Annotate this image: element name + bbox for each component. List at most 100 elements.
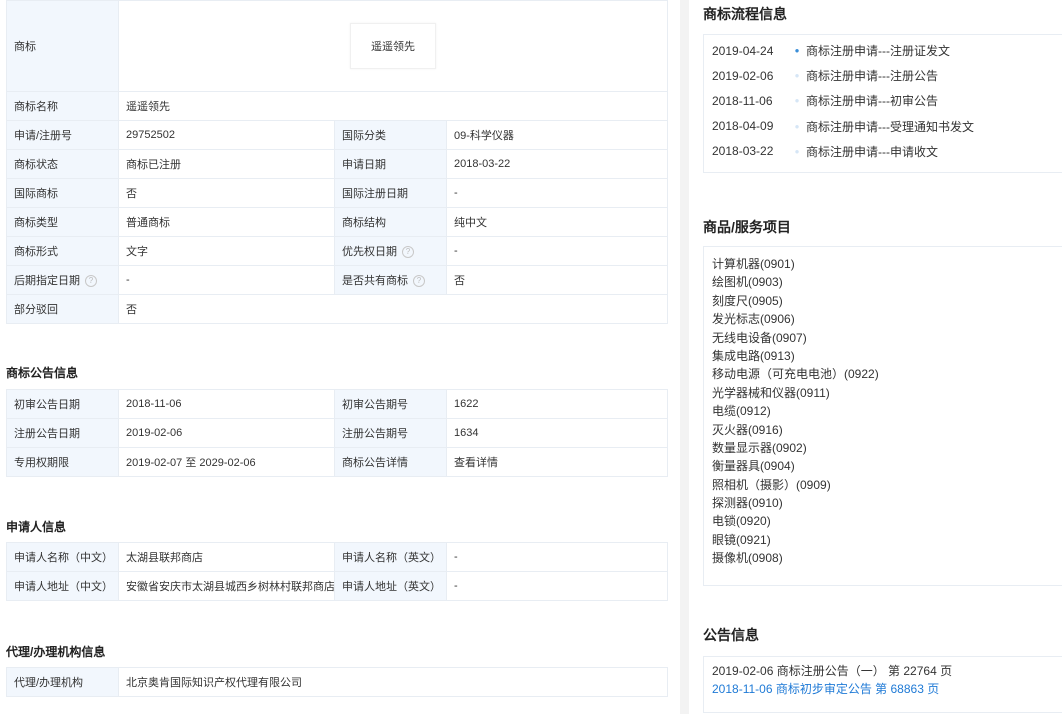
timeline-dot-icon: ●	[794, 121, 800, 131]
goods-item: 光学器械和仪器(0911)	[712, 385, 830, 400]
row-value: -	[445, 178, 669, 208]
notice-link[interactable]: 2018-11-06 商标初步审定公告 第 68863 页	[704, 680, 1062, 698]
goods-item: 照相机（摄影）(0909)	[712, 477, 831, 492]
row-value: 否	[118, 178, 335, 208]
row-label: 注册公告日期	[6, 418, 119, 448]
column-divider	[680, 0, 689, 714]
agency-table: 代理/办理机构 北京奥肯国际知识产权代理有限公司	[6, 667, 668, 697]
goods-section-title: 商品/服务项目	[703, 219, 791, 235]
row-label: 申请人地址（中文）	[6, 571, 119, 601]
row-label: 初审公告期号	[334, 389, 447, 419]
row-label: 商标名称	[6, 91, 119, 121]
goods-item: 数量显示器(0902)	[712, 440, 807, 455]
goods-box: 计算机器(0901) 绘图机(0903) 刻度尺(0905) 发光标志(0906…	[703, 246, 1062, 586]
announcement-table: 初审公告日期 2018-11-06 初审公告期号 1622 注册公告日期 201…	[6, 389, 668, 477]
row-value: 遥遥领先	[117, 91, 669, 121]
row-value: 09-科学仪器	[445, 120, 669, 150]
row-value: 2018-11-06	[118, 389, 335, 419]
flow-text: 商标注册申请---初审公告	[806, 94, 938, 109]
flow-date: 2018-04-09	[712, 119, 774, 134]
right-panel: 商标流程信息 2019-04-24 ● 商标注册申请---注册证发文 2019-…	[689, 0, 1062, 714]
help-icon[interactable]: ?	[85, 275, 97, 288]
row-label: 代理/办理机构	[6, 667, 119, 697]
row-value: 29752502	[118, 120, 335, 150]
goods-item: 移动电源（可充电电池）(0922)	[712, 367, 879, 382]
row-value: 纯中文	[445, 207, 669, 237]
row-label: 国际注册日期	[334, 178, 447, 208]
timeline-dot-icon: ●	[794, 96, 800, 106]
goods-item: 绘图机(0903)	[712, 275, 783, 290]
flow-text: 商标注册申请---申请收文	[806, 144, 938, 159]
announcement-section-title: 商标公告信息	[6, 366, 79, 380]
notices-section-title: 公告信息	[703, 627, 759, 643]
trademark-logo: 遥遥领先	[117, 0, 669, 92]
flow-item: 2018-11-06 ● 商标注册申请---初审公告	[704, 88, 1062, 113]
row-label: 优先权日期	[342, 246, 397, 258]
agency-link[interactable]: 北京奥肯国际知识产权代理有限公司	[118, 667, 668, 697]
row-value: 普通商标	[118, 207, 335, 237]
help-icon[interactable]: ?	[402, 246, 414, 259]
row-label: 商标结构	[334, 207, 447, 237]
row-value: -	[446, 571, 668, 601]
flow-item: 2019-02-06 ● 商标注册申请---注册公告	[704, 63, 1062, 88]
row-value: 否	[445, 265, 669, 295]
row-value: -	[118, 265, 335, 295]
row-value: 否	[117, 294, 669, 324]
flow-text: 商标注册申请---注册公告	[806, 69, 938, 84]
goods-item: 灭火器(0916)	[712, 422, 783, 437]
flow-section-title: 商标流程信息	[703, 6, 787, 22]
row-label: 商标形式	[6, 236, 119, 266]
goods-item: 探测器(0910)	[712, 496, 783, 511]
timeline-dot-icon: ●	[794, 71, 800, 81]
row-label: 国际商标	[6, 178, 119, 208]
row-value: -	[445, 236, 669, 266]
applicant-name-link[interactable]: 太湖县联邦商店	[118, 542, 335, 572]
flow-text: 商标注册申请---受理通知书发文	[806, 119, 974, 134]
flow-text: 商标注册申请---注册证发文	[806, 44, 950, 59]
agency-section-title: 代理/办理机构信息	[6, 645, 106, 659]
row-label-with-help: 是否共有商标?	[334, 265, 447, 295]
row-label-with-help: 后期指定日期?	[6, 265, 119, 295]
goods-item: 计算机器(0901)	[712, 257, 795, 271]
row-label-with-help: 优先权日期?	[334, 236, 447, 266]
view-details-link[interactable]: 查看详情	[446, 447, 668, 477]
row-label: 申请人名称（英文）	[334, 542, 447, 572]
goods-item: 无线电设备(0907)	[712, 330, 807, 345]
flow-box: 2019-04-24 ● 商标注册申请---注册证发文 2019-02-06 ●…	[703, 34, 1062, 173]
row-value: 1634	[446, 418, 668, 448]
left-panel: 商标 遥遥领先 商标名称 遥遥领先 申请/注册号 29752502 国际分类 0…	[0, 0, 680, 714]
trademark-logo-text: 遥遥领先	[350, 23, 437, 69]
basic-info-table: 商标 遥遥领先 商标名称 遥遥领先 申请/注册号 29752502 国际分类 0…	[6, 0, 669, 324]
row-value: -	[446, 542, 668, 572]
flow-item: 2019-04-24 ● 商标注册申请---注册证发文	[704, 38, 1062, 63]
applicant-table: 申请人名称（中文） 太湖县联邦商店 申请人名称（英文） - 申请人地址（中文） …	[6, 542, 668, 601]
notice-item: 2019-02-06 商标注册公告（一） 第 22764 页	[712, 664, 953, 678]
timeline-dot-icon: ●	[794, 146, 800, 156]
goods-item: 集成电路(0913)	[712, 348, 795, 363]
row-label: 是否共有商标	[342, 275, 408, 287]
row-label: 申请日期	[334, 149, 447, 179]
help-icon[interactable]: ?	[413, 275, 425, 288]
row-label: 后期指定日期	[14, 275, 80, 287]
goods-item: 眼镜(0921)	[712, 532, 771, 547]
goods-item: 刻度尺(0905)	[712, 293, 783, 308]
row-value: 文字	[118, 236, 335, 266]
notices-box: 2019-02-06 商标注册公告（一） 第 22764 页 2018-11-0…	[703, 656, 1062, 713]
row-label: 商标状态	[6, 149, 119, 179]
row-value: 安徽省安庆市太湖县城西乡树林村联邦商店	[118, 571, 335, 601]
flow-date: 2019-02-06	[712, 68, 774, 83]
row-label: 申请人地址（英文）	[334, 571, 447, 601]
goods-item: 电缆(0912)	[712, 404, 771, 419]
row-label: 部分驳回	[6, 294, 119, 324]
flow-date: 2018-03-22	[712, 144, 774, 159]
goods-item: 衡量器具(0904)	[712, 459, 795, 474]
goods-item: 发光标志(0906)	[712, 312, 795, 327]
row-label: 申请/注册号	[6, 120, 119, 150]
row-label: 专用权期限	[6, 447, 119, 477]
trademark-label: 商标	[6, 0, 119, 92]
flow-item: 2018-04-09 ● 商标注册申请---受理通知书发文	[704, 114, 1062, 139]
flow-date: 2019-04-24	[712, 43, 774, 58]
goods-item: 电锁(0920)	[712, 514, 771, 529]
goods-item: 摄像机(0908)	[712, 551, 783, 566]
applicant-section-title: 申请人信息	[6, 520, 67, 534]
